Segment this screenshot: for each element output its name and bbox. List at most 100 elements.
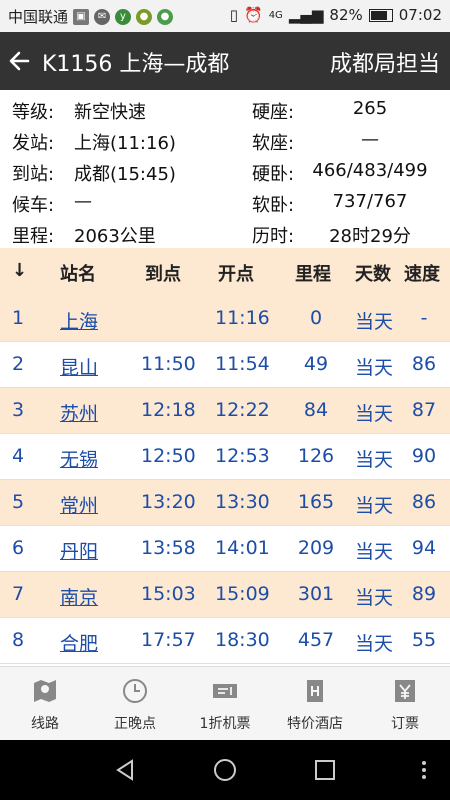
speed-value: 89 xyxy=(411,583,437,605)
distance-km: 209 xyxy=(297,537,335,559)
arrive-time: 15:03 xyxy=(141,583,196,605)
column-header-day: 天数 xyxy=(355,264,391,285)
tab-label: 订票 xyxy=(391,716,419,732)
info-key: 发站: xyxy=(12,133,55,154)
info-value: 737/767 xyxy=(332,191,408,212)
info-value: 上海(11:16) xyxy=(74,133,176,154)
tab-flights[interactable]: 1折机票 xyxy=(180,667,270,741)
info-key: 到站: xyxy=(12,164,55,185)
table-row[interactable]: 7 南京 15:03 15:09 301 当天 89 xyxy=(0,572,450,618)
distance-km: 165 xyxy=(297,491,335,513)
table-row[interactable]: 8 合肥 17:57 18:30 457 当天 55 xyxy=(0,618,450,664)
tab-route[interactable]: 线路 xyxy=(0,667,90,741)
day-label: 当天 xyxy=(355,587,394,609)
info-key: 里程: xyxy=(12,226,55,247)
info-key: 硬卧: xyxy=(252,164,295,185)
nav-back-button[interactable] xyxy=(113,758,137,782)
station-link[interactable]: 上海 xyxy=(60,307,98,334)
day-label: 当天 xyxy=(355,357,394,379)
distance-km: 84 xyxy=(303,399,329,421)
day-label: 当天 xyxy=(355,311,394,333)
bureau-label: 成都局担当 xyxy=(329,52,440,77)
info-key: 候车: xyxy=(12,195,55,216)
tab-label: 线路 xyxy=(31,716,59,732)
info-row: 里程: 2063公里 历时: 28时29分 xyxy=(0,218,450,249)
timetable-header: ↓ 站名 到点 开点 里程 天数 速度 xyxy=(0,248,450,297)
info-value: 新空快速 xyxy=(74,102,146,123)
station-link[interactable]: 苏州 xyxy=(60,399,98,426)
alarm-icon: ⏰ xyxy=(244,6,263,24)
info-key: 等级: xyxy=(12,102,55,123)
table-row[interactable]: 3 苏州 12:18 12:22 84 当天 87 xyxy=(0,388,450,434)
station-link[interactable]: 南京 xyxy=(60,583,98,610)
day-label: 当天 xyxy=(355,633,394,655)
column-header-depart: 开点 xyxy=(218,264,254,285)
column-header-station: 站名 xyxy=(60,264,96,285)
arrow-left-icon xyxy=(9,51,30,71)
arrive-time: 17:57 xyxy=(141,629,196,651)
tab-booking[interactable]: 订票 xyxy=(360,667,450,741)
app-notification-icon-3: ● xyxy=(157,8,174,25)
day-label: 当天 xyxy=(355,495,394,517)
stop-number: 8 xyxy=(12,629,25,651)
distance-km: 49 xyxy=(303,353,329,375)
system-navigation-bar xyxy=(0,740,450,800)
nav-recents-button[interactable] xyxy=(313,758,337,782)
tab-on-time[interactable]: 正晚点 xyxy=(90,667,180,741)
image-notification-icon: ▣ xyxy=(73,8,90,25)
speed-value: 87 xyxy=(411,399,437,421)
depart-time: 11:16 xyxy=(215,307,270,329)
station-link[interactable]: 丹阳 xyxy=(60,537,98,564)
depart-time: 18:30 xyxy=(215,629,270,651)
table-row[interactable]: 4 无锡 12:50 12:53 126 当天 90 xyxy=(0,434,450,480)
stop-number: 6 xyxy=(12,537,25,559)
tab-label: 正晚点 xyxy=(114,716,156,732)
vibrate-icon: ▯ xyxy=(229,6,238,24)
speed-value: 94 xyxy=(411,537,437,559)
train-info-panel: 等级: 新空快速 硬座: 265 发站: 上海(11:16) 软座: — 到站:… xyxy=(0,90,450,248)
tab-hotels[interactable]: 特价酒店 xyxy=(270,667,360,741)
station-link[interactable]: 无锡 xyxy=(60,445,98,472)
arrive-time: 13:20 xyxy=(141,491,196,513)
back-button[interactable] xyxy=(8,44,38,78)
info-key: 硬座: xyxy=(252,102,295,123)
day-label: 当天 xyxy=(355,449,394,471)
arrive-time: 11:50 xyxy=(141,353,196,375)
sort-order-button[interactable]: ↓ xyxy=(12,260,27,281)
station-link[interactable]: 昆山 xyxy=(60,353,98,380)
table-row[interactable]: 1 上海 11:16 0 当天 - xyxy=(0,296,450,342)
app-notification-icon-2: ● xyxy=(136,8,153,25)
distance-km: 301 xyxy=(297,583,335,605)
arrive-time: 12:50 xyxy=(141,445,196,467)
nav-menu-button[interactable] xyxy=(418,758,430,782)
info-key: 软卧: xyxy=(252,195,295,216)
distance-km: 457 xyxy=(297,629,335,651)
day-label: 当天 xyxy=(355,403,394,425)
info-value: — xyxy=(361,129,379,150)
depart-time: 13:30 xyxy=(215,491,270,513)
network-type-label: 4G xyxy=(268,9,283,21)
clock-time: 07:02 xyxy=(398,6,442,24)
station-link[interactable]: 常州 xyxy=(60,491,98,518)
table-row[interactable]: 6 丹阳 13:58 14:01 209 当天 94 xyxy=(0,526,450,572)
day-label: 当天 xyxy=(355,541,394,563)
info-row: 候车: — 软卧: 737/767 xyxy=(0,187,450,218)
table-row[interactable]: 2 昆山 11:50 11:54 49 当天 86 xyxy=(0,342,450,388)
station-link[interactable]: 合肥 xyxy=(60,629,98,656)
bottom-tab-bar: 线路 正晚点 1折机票 特价酒店 订票 xyxy=(0,666,450,741)
nav-home-button[interactable] xyxy=(213,758,237,782)
page-title: K1156 上海—成都 xyxy=(42,52,230,77)
column-header-speed: 速度 xyxy=(404,264,440,285)
info-value: 466/483/499 xyxy=(312,160,428,181)
speed-value: - xyxy=(420,307,428,329)
depart-time: 12:53 xyxy=(215,445,270,467)
carrier-label: 中国联通 xyxy=(8,8,69,26)
table-row[interactable]: 5 常州 13:20 13:30 165 当天 86 xyxy=(0,480,450,526)
signal-icon: ▂▄▆ xyxy=(288,6,324,24)
info-value: 成都(15:45) xyxy=(74,164,176,185)
message-notification-icon: ✉ xyxy=(94,8,111,25)
stop-number: 5 xyxy=(12,491,25,513)
depart-time: 11:54 xyxy=(215,353,270,375)
info-row: 到站: 成都(15:45) 硬卧: 466/483/499 xyxy=(0,156,450,187)
info-value: 2063公里 xyxy=(74,226,156,247)
